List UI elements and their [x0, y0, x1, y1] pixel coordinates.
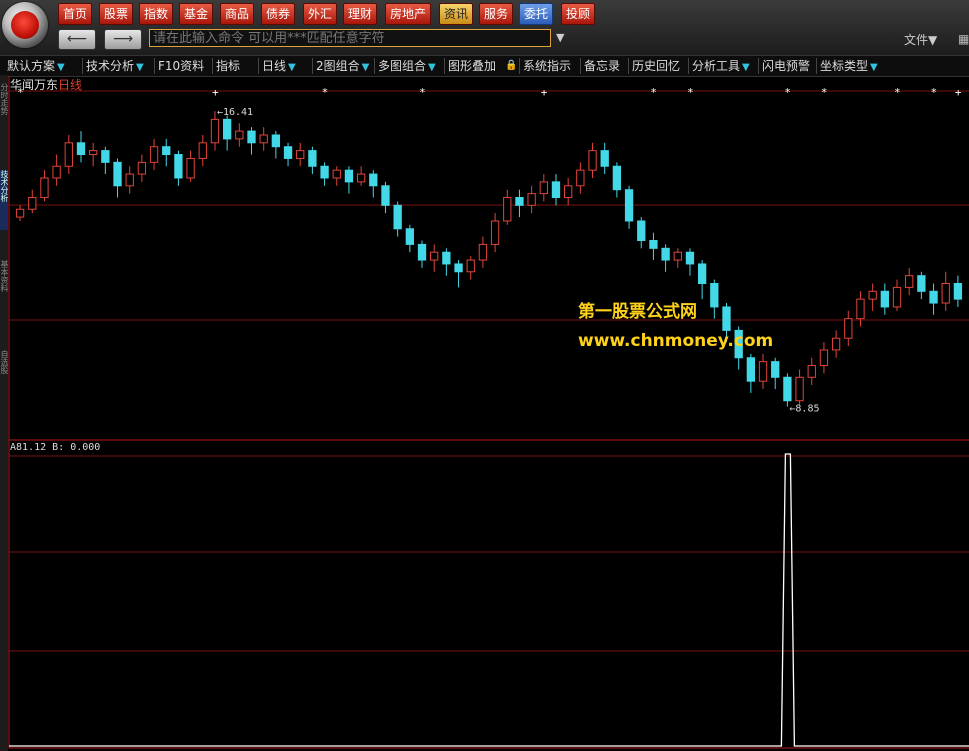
signal-marker: *: [687, 86, 694, 99]
candle-body: [624, 189, 634, 222]
candle-body: [174, 154, 183, 179]
candle-body: [941, 282, 950, 304]
candle-body: [393, 204, 402, 230]
signal-marker: *: [784, 86, 791, 99]
candle-body: [515, 197, 524, 206]
candle-body: [198, 142, 207, 159]
candle-body: [783, 376, 792, 402]
watermark-url: www.chnmoney.com: [578, 331, 774, 351]
candle-body: [308, 150, 317, 167]
candle-body: [539, 181, 548, 195]
signal-marker: *: [322, 86, 329, 99]
candle-body: [697, 263, 707, 284]
chart-period: 日线: [58, 78, 83, 92]
high-label: ←16.41: [217, 107, 253, 118]
candle-body: [551, 181, 561, 199]
candle-body: [710, 282, 719, 308]
candle-body: [113, 161, 122, 187]
candle-body: [649, 240, 658, 249]
candle-body: [880, 290, 889, 308]
candle-body: [673, 251, 682, 261]
candle-body: [332, 169, 341, 179]
candle-body: [76, 142, 86, 156]
candle-body: [28, 197, 37, 210]
candle-body: [149, 146, 159, 163]
candle-body: [64, 142, 73, 167]
candle-body: [661, 247, 670, 261]
candle-body: [466, 259, 475, 273]
candle-body: [15, 208, 25, 218]
candle-body: [868, 290, 877, 300]
candle-body: [819, 349, 829, 367]
candle-body: [917, 275, 926, 292]
candle-body: [612, 165, 622, 191]
candle-body: [283, 146, 293, 159]
candle-body: [478, 243, 488, 261]
candle-body: [771, 361, 780, 378]
candle-body: [320, 165, 329, 179]
indicator-header: A81.12 B: 0.000: [10, 442, 101, 453]
candle-body: [186, 157, 195, 179]
signal-marker: *: [821, 86, 828, 99]
candle-body: [381, 185, 390, 206]
candle-body: [758, 361, 768, 382]
candle-body: [795, 376, 804, 402]
candle-body: [600, 150, 609, 167]
kline-chart[interactable]: * + * * + * * * * * * +←16.41←8.85: [0, 0, 969, 751]
candle-body: [137, 161, 147, 175]
candle-body: [344, 169, 354, 183]
candle-body: [588, 150, 597, 171]
candle-body: [89, 150, 98, 156]
candle-body: [856, 298, 865, 320]
candle-body: [247, 130, 256, 144]
candle-body: [929, 290, 938, 304]
candle-body: [454, 263, 463, 273]
signal-marker: +: [955, 86, 962, 99]
stock-name: 华闻万东: [10, 78, 59, 92]
candle-body: [953, 282, 963, 300]
signal-marker: *: [931, 86, 938, 99]
candle-body: [430, 251, 439, 261]
signal-marker: *: [419, 86, 426, 99]
candle-body: [722, 306, 731, 331]
candle-body: [564, 185, 573, 199]
candle-body: [844, 318, 853, 339]
candle-body: [490, 220, 500, 245]
watermark-title: 第一股票公式网: [578, 302, 697, 322]
candle-body: [356, 173, 366, 183]
candle-body: [576, 169, 585, 187]
candle-body: [746, 357, 756, 382]
signal-marker: +: [541, 86, 548, 99]
signal-marker: +: [212, 86, 219, 99]
candle-body: [235, 130, 244, 140]
candle-body: [442, 251, 451, 265]
candle-body: [637, 220, 646, 242]
signal-marker: *: [894, 86, 901, 99]
candle-body: [405, 228, 414, 245]
stock-title: 华闻万东日线: [10, 76, 82, 93]
candle-body: [892, 286, 902, 308]
candle-body: [52, 165, 61, 179]
candle-body: [527, 193, 536, 206]
candle-body: [831, 337, 841, 351]
candle-body: [125, 173, 134, 187]
candle-body: [685, 251, 695, 265]
signal-marker: *: [650, 86, 657, 99]
candle-body: [417, 243, 427, 261]
candle-body: [162, 146, 171, 156]
candle-body: [369, 173, 378, 187]
candle-body: [210, 118, 220, 144]
candle-body: [271, 134, 281, 148]
candle-body: [296, 150, 305, 159]
low-label: ←8.85: [789, 404, 819, 415]
candle-body: [40, 177, 49, 199]
candle-body: [503, 197, 512, 222]
candle-body: [905, 275, 914, 288]
candle-body: [807, 365, 816, 378]
candle-body: [101, 150, 110, 163]
indicator-line: [9, 453, 969, 747]
candle-body: [259, 134, 268, 144]
candle-body: [222, 118, 232, 140]
